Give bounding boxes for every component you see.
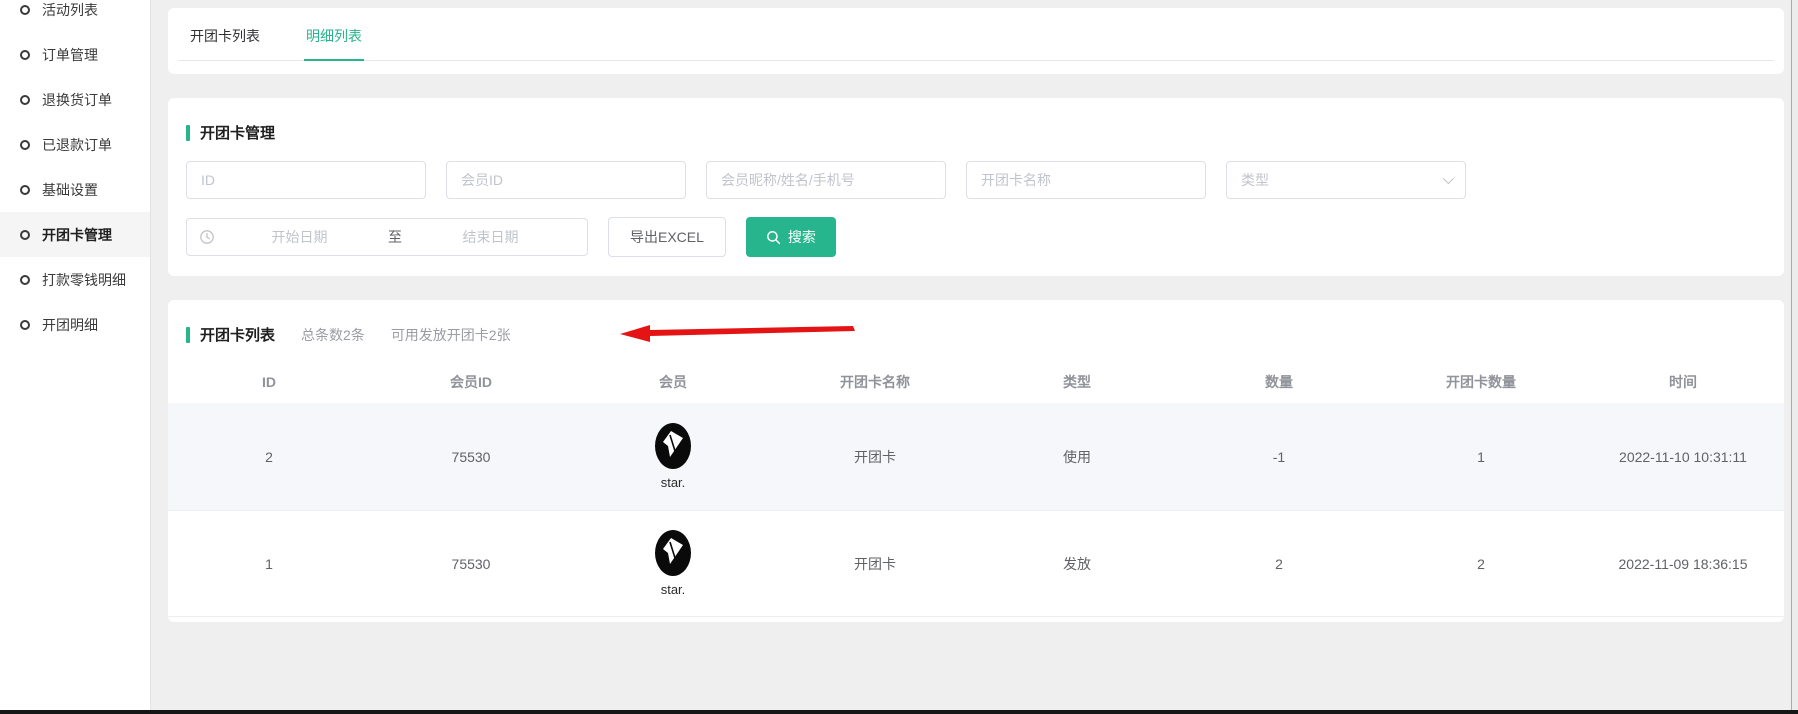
col-card-name: 开团卡名称 xyxy=(774,372,976,392)
window-bottom-edge xyxy=(0,710,1798,714)
cell-member-id: 75530 xyxy=(370,449,572,465)
col-member-id: 会员ID xyxy=(370,372,572,392)
sidebar-item-label: 退换货订单 xyxy=(42,90,112,110)
tab-group-card-list[interactable]: 开团卡列表 xyxy=(188,24,262,61)
type-select[interactable]: 类型 xyxy=(1226,161,1466,199)
filter-row-2: 开始日期 至 结束日期 导出EXCEL 搜索 xyxy=(186,217,1764,257)
id-input[interactable] xyxy=(186,161,426,199)
cell-id: 2 xyxy=(168,449,370,465)
avatar xyxy=(655,530,691,576)
circle-icon xyxy=(20,5,30,15)
sidebar-item-label: 开团明细 xyxy=(42,315,98,335)
type-select-placeholder: 类型 xyxy=(1241,170,1269,190)
col-card-quantity: 开团卡数量 xyxy=(1380,372,1582,392)
cell-id: 1 xyxy=(168,556,370,572)
red-annotation-arrow xyxy=(620,324,855,342)
list-title: 开团卡列表 xyxy=(200,324,275,345)
cell-time: 2022-11-10 10:31:11 xyxy=(1582,449,1784,465)
member-info-input[interactable] xyxy=(706,161,946,199)
col-time: 时间 xyxy=(1582,372,1784,392)
tabs-card: 开团卡列表 明细列表 xyxy=(168,8,1784,74)
card-name-input[interactable] xyxy=(966,161,1206,199)
avatar xyxy=(655,423,691,469)
cell-card-quantity: 2 xyxy=(1380,556,1582,572)
cell-member: star. xyxy=(572,423,774,490)
avatar-image xyxy=(655,423,691,469)
circle-icon xyxy=(20,320,30,330)
available-cards-text: 可用发放开团卡2张 xyxy=(391,325,511,345)
circle-icon xyxy=(20,185,30,195)
cell-member-id: 75530 xyxy=(370,556,572,572)
tab-detail-list[interactable]: 明细列表 xyxy=(304,24,364,61)
col-type: 类型 xyxy=(976,372,1178,392)
circle-icon xyxy=(20,230,30,240)
cell-member: star. xyxy=(572,530,774,597)
search-button[interactable]: 搜索 xyxy=(746,217,836,257)
sidebar-item-payment-change-detail[interactable]: 打款零钱明细 xyxy=(0,257,150,302)
circle-icon xyxy=(20,50,30,60)
col-id: ID xyxy=(168,374,370,390)
list-header: 开团卡列表 总条数2条 可用发放开团卡2张 xyxy=(168,324,1784,345)
avatar-image xyxy=(655,530,691,576)
cell-quantity: 2 xyxy=(1178,556,1380,572)
section-bar xyxy=(186,327,190,343)
sidebar-item-return-orders[interactable]: 退换货订单 xyxy=(0,77,150,122)
vertical-scrollbar[interactable] xyxy=(1791,0,1798,710)
end-date-placeholder: 结束日期 xyxy=(406,227,575,247)
sidebar-menu: 活动列表 订单管理 退换货订单 已退款订单 基础设置 开团卡管理 打款零钱明细 xyxy=(0,0,150,347)
group-card-table: ID 会员ID 会员 开团卡名称 类型 数量 开团卡数量 时间 2 75530 xyxy=(168,361,1784,617)
table-header-row: ID 会员ID 会员 开团卡名称 类型 数量 开团卡数量 时间 xyxy=(168,361,1784,403)
circle-icon xyxy=(20,275,30,285)
cell-card-name: 开团卡 xyxy=(774,554,976,574)
chevron-down-icon xyxy=(1443,173,1454,184)
section-bar xyxy=(186,125,190,141)
cell-card-quantity: 1 xyxy=(1380,449,1582,465)
col-member: 会员 xyxy=(572,372,774,392)
table-row[interactable]: 1 75530 star. 开团卡 发放 2 2 2022-11-09 18:3… xyxy=(168,510,1784,617)
cell-card-name: 开团卡 xyxy=(774,447,976,467)
clock-icon xyxy=(199,229,215,245)
sidebar-item-label: 基础设置 xyxy=(42,180,98,200)
export-excel-button[interactable]: 导出EXCEL xyxy=(608,217,726,257)
circle-icon xyxy=(20,140,30,150)
member-name: star. xyxy=(661,475,686,490)
sidebar-item-label: 打款零钱明细 xyxy=(42,270,126,290)
member-name: star. xyxy=(661,582,686,597)
circle-icon xyxy=(20,95,30,105)
main-content: 开团卡列表 明细列表 开团卡管理 类型 开始日期 xyxy=(151,0,1798,710)
search-section-title: 开团卡管理 xyxy=(186,122,1764,143)
search-button-label: 搜索 xyxy=(788,227,816,247)
sidebar-item-label: 活动列表 xyxy=(42,0,98,20)
col-quantity: 数量 xyxy=(1178,372,1380,392)
cell-type: 使用 xyxy=(976,447,1178,467)
sidebar-item-label: 订单管理 xyxy=(42,45,98,65)
sidebar-item-order-management[interactable]: 订单管理 xyxy=(0,32,150,77)
table-row[interactable]: 2 75530 star. 开团卡 使用 -1 1 2022-11-10 10:… xyxy=(168,403,1784,510)
date-separator: 至 xyxy=(384,227,406,247)
table-card: 开团卡列表 总条数2条 可用发放开团卡2张 ID 会员ID 会员 开团卡名称 类… xyxy=(168,300,1784,622)
sidebar-item-label: 开团卡管理 xyxy=(42,225,112,245)
sidebar: 活动列表 订单管理 退换货订单 已退款订单 基础设置 开团卡管理 打款零钱明细 xyxy=(0,0,151,710)
tab-bar: 开团卡列表 明细列表 xyxy=(178,24,1774,61)
member-id-input[interactable] xyxy=(446,161,686,199)
sidebar-item-refunded-orders[interactable]: 已退款订单 xyxy=(0,122,150,167)
sidebar-item-activity-list[interactable]: 活动列表 xyxy=(0,0,150,32)
sidebar-item-group-detail[interactable]: 开团明细 xyxy=(0,302,150,347)
cell-type: 发放 xyxy=(976,554,1178,574)
sidebar-item-group-card-management[interactable]: 开团卡管理 xyxy=(0,212,150,257)
filter-row-1: 类型 xyxy=(186,161,1764,199)
section-title-text: 开团卡管理 xyxy=(200,122,275,143)
cell-quantity: -1 xyxy=(1178,449,1380,465)
date-range-picker[interactable]: 开始日期 至 结束日期 xyxy=(186,218,588,256)
cell-time: 2022-11-09 18:36:15 xyxy=(1582,556,1784,572)
search-card: 开团卡管理 类型 开始日期 至 结束日期 导出EXCEL xyxy=(168,98,1784,276)
start-date-placeholder: 开始日期 xyxy=(215,227,384,247)
sidebar-item-basic-settings[interactable]: 基础设置 xyxy=(0,167,150,212)
total-count-text: 总条数2条 xyxy=(301,325,365,345)
sidebar-item-label: 已退款订单 xyxy=(42,135,112,155)
search-icon xyxy=(766,230,781,245)
